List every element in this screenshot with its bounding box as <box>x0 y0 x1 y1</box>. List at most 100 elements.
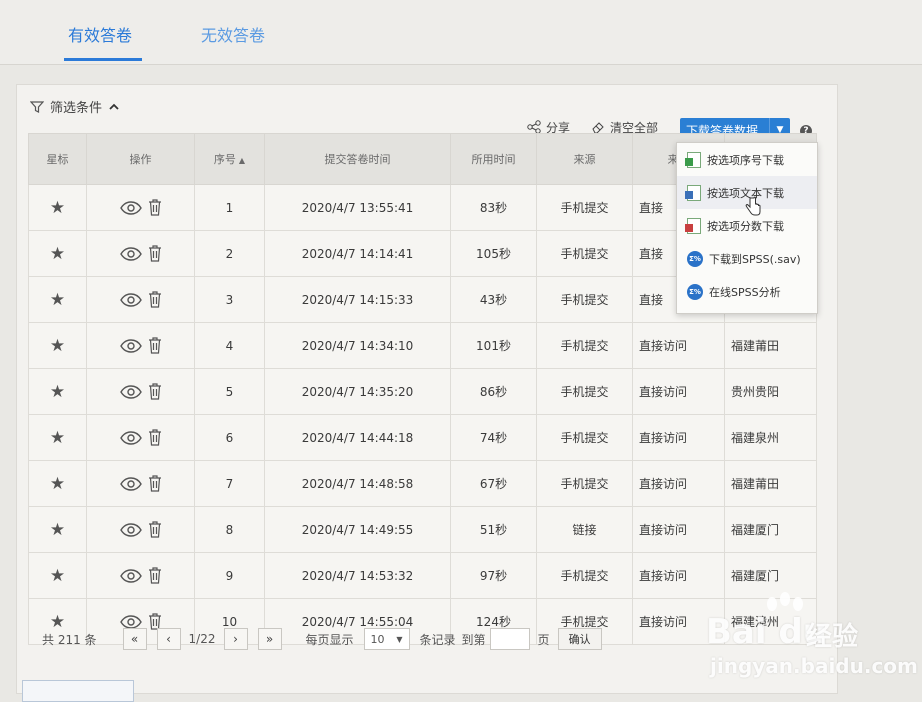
trash-icon[interactable] <box>148 521 162 538</box>
goto-page-input[interactable] <box>489 628 530 650</box>
trash-icon[interactable] <box>148 291 162 308</box>
eye-icon[interactable] <box>119 200 142 215</box>
tab-bar: 有效答卷 无效答卷 <box>0 0 922 65</box>
trash-icon[interactable] <box>148 475 162 492</box>
table-row[interactable]: ★ 7 2020/4/7 14:48:58 67秒 手机提交 直接访问 福建莆田 <box>28 460 817 507</box>
trash-icon[interactable] <box>148 383 162 400</box>
trash-icon[interactable] <box>148 429 162 446</box>
last-page-button[interactable]: » <box>257 628 282 650</box>
per-page-select[interactable]: 10 ▼ <box>363 628 410 650</box>
page-info: 1/22 <box>188 632 216 646</box>
cell-duration: 74秒 <box>450 414 537 461</box>
eye-icon[interactable] <box>119 338 142 353</box>
cell-channel: 直接访问 <box>632 460 725 507</box>
eye-icon[interactable] <box>119 476 142 491</box>
next-page-button[interactable]: › <box>223 628 248 650</box>
bottom-action-button[interactable] <box>22 680 134 702</box>
first-page-button[interactable]: « <box>122 628 147 650</box>
star-icon[interactable]: ★ <box>50 244 65 264</box>
cell-index: 1 <box>194 184 265 231</box>
cell-index: 3 <box>194 276 265 323</box>
filter-label: 筛选条件 <box>50 101 103 116</box>
per-page-label: 每页显示 <box>305 632 354 647</box>
table-row[interactable]: ★ 6 2020/4/7 14:44:18 74秒 手机提交 直接访问 福建泉州 <box>28 414 817 461</box>
star-toggle[interactable]: ★ <box>28 322 87 369</box>
row-actions <box>86 184 195 231</box>
star-icon[interactable]: ★ <box>50 428 65 448</box>
tab-valid-answers[interactable]: 有效答卷 <box>68 22 132 46</box>
spreadsheet-icon <box>685 184 701 201</box>
table-row[interactable]: ★ 5 2020/4/7 14:35:20 86秒 手机提交 直接访问 贵州贵阳 <box>28 368 817 415</box>
download-menu-item[interactable]: Σ% 在线SPSS分析 <box>677 275 817 308</box>
star-icon[interactable]: ★ <box>50 474 65 494</box>
cell-index: 8 <box>194 506 265 553</box>
cell-region: 福建莆田 <box>724 460 817 507</box>
cell-source: 手机提交 <box>536 460 633 507</box>
star-icon[interactable]: ★ <box>50 198 65 218</box>
star-icon[interactable]: ★ <box>50 290 65 310</box>
cell-duration: 83秒 <box>450 184 537 231</box>
download-menu-item[interactable]: 按选项序号下载 <box>677 143 817 176</box>
table-row[interactable]: ★ 4 2020/4/7 14:34:10 101秒 手机提交 直接访问 福建莆… <box>28 322 817 369</box>
trash-icon[interactable] <box>148 245 162 262</box>
trash-icon[interactable] <box>148 567 162 584</box>
row-actions <box>86 368 195 415</box>
cell-submit-time: 2020/4/7 14:53:32 <box>264 552 451 599</box>
eye-icon[interactable] <box>119 568 142 583</box>
star-icon[interactable]: ★ <box>50 566 65 586</box>
tab-invalid-answers[interactable]: 无效答卷 <box>201 22 265 46</box>
prev-page-button[interactable]: ‹ <box>156 628 181 650</box>
eye-icon[interactable] <box>119 246 142 261</box>
col-header-star[interactable]: 星标 <box>28 133 87 185</box>
star-icon[interactable]: ★ <box>50 382 65 402</box>
eye-icon[interactable] <box>119 430 142 445</box>
download-menu-label: 按选项序号下载 <box>707 153 784 167</box>
chevron-up-icon <box>109 103 119 110</box>
baidu-jingyan-watermark: Bai du 经验 jingyan.baidu.com <box>700 592 918 687</box>
goto-label: 到第 <box>461 632 486 647</box>
cell-index: 9 <box>194 552 265 599</box>
col-header-index[interactable]: 序号 ▲ <box>194 133 265 185</box>
star-toggle[interactable]: ★ <box>28 506 87 553</box>
filter-icon <box>30 100 44 113</box>
cell-source: 手机提交 <box>536 276 633 323</box>
eye-icon[interactable] <box>119 522 142 537</box>
table-row[interactable]: ★ 8 2020/4/7 14:49:55 51秒 链接 直接访问 福建厦门 <box>28 506 817 553</box>
cell-index: 6 <box>194 414 265 461</box>
confirm-button[interactable]: 确认 <box>557 628 602 650</box>
cell-submit-time: 2020/4/7 14:14:41 <box>264 230 451 277</box>
star-toggle[interactable]: ★ <box>28 552 87 599</box>
cell-region: 福建莆田 <box>724 322 817 369</box>
col-header-duration[interactable]: 所用时间 <box>450 133 537 185</box>
cell-channel: 直接访问 <box>632 368 725 415</box>
cell-duration: 97秒 <box>450 552 537 599</box>
star-toggle[interactable]: ★ <box>28 184 87 231</box>
page-unit: 页 <box>537 632 550 647</box>
cell-source: 手机提交 <box>536 322 633 369</box>
star-toggle[interactable]: ★ <box>28 276 87 323</box>
star-toggle[interactable]: ★ <box>28 460 87 507</box>
trash-icon[interactable] <box>148 337 162 354</box>
spss-icon: Σ% <box>687 283 703 300</box>
eye-icon[interactable] <box>119 384 142 399</box>
filter-toggle[interactable]: 筛选条件 <box>30 97 120 116</box>
star-toggle[interactable]: ★ <box>28 368 87 415</box>
col-header-submit-time[interactable]: 提交答卷时间 <box>264 133 451 185</box>
download-menu-item[interactable]: Σ% 下载到SPSS(.sav) <box>677 242 817 275</box>
row-actions <box>86 230 195 277</box>
cell-duration: 67秒 <box>450 460 537 507</box>
cell-channel: 直接访问 <box>632 414 725 461</box>
cell-source: 手机提交 <box>536 184 633 231</box>
row-actions <box>86 414 195 461</box>
star-toggle[interactable]: ★ <box>28 230 87 277</box>
star-icon[interactable]: ★ <box>50 520 65 540</box>
download-menu-label: 在线SPSS分析 <box>709 285 781 299</box>
eye-icon[interactable] <box>119 292 142 307</box>
star-icon[interactable]: ★ <box>50 336 65 356</box>
star-toggle[interactable]: ★ <box>28 414 87 461</box>
trash-icon[interactable] <box>148 199 162 216</box>
cell-duration: 86秒 <box>450 368 537 415</box>
cell-channel: 直接访问 <box>632 322 725 369</box>
table-row[interactable]: ★ 9 2020/4/7 14:53:32 97秒 手机提交 直接访问 福建厦门 <box>28 552 817 599</box>
cell-region: 贵州贵阳 <box>724 368 817 415</box>
